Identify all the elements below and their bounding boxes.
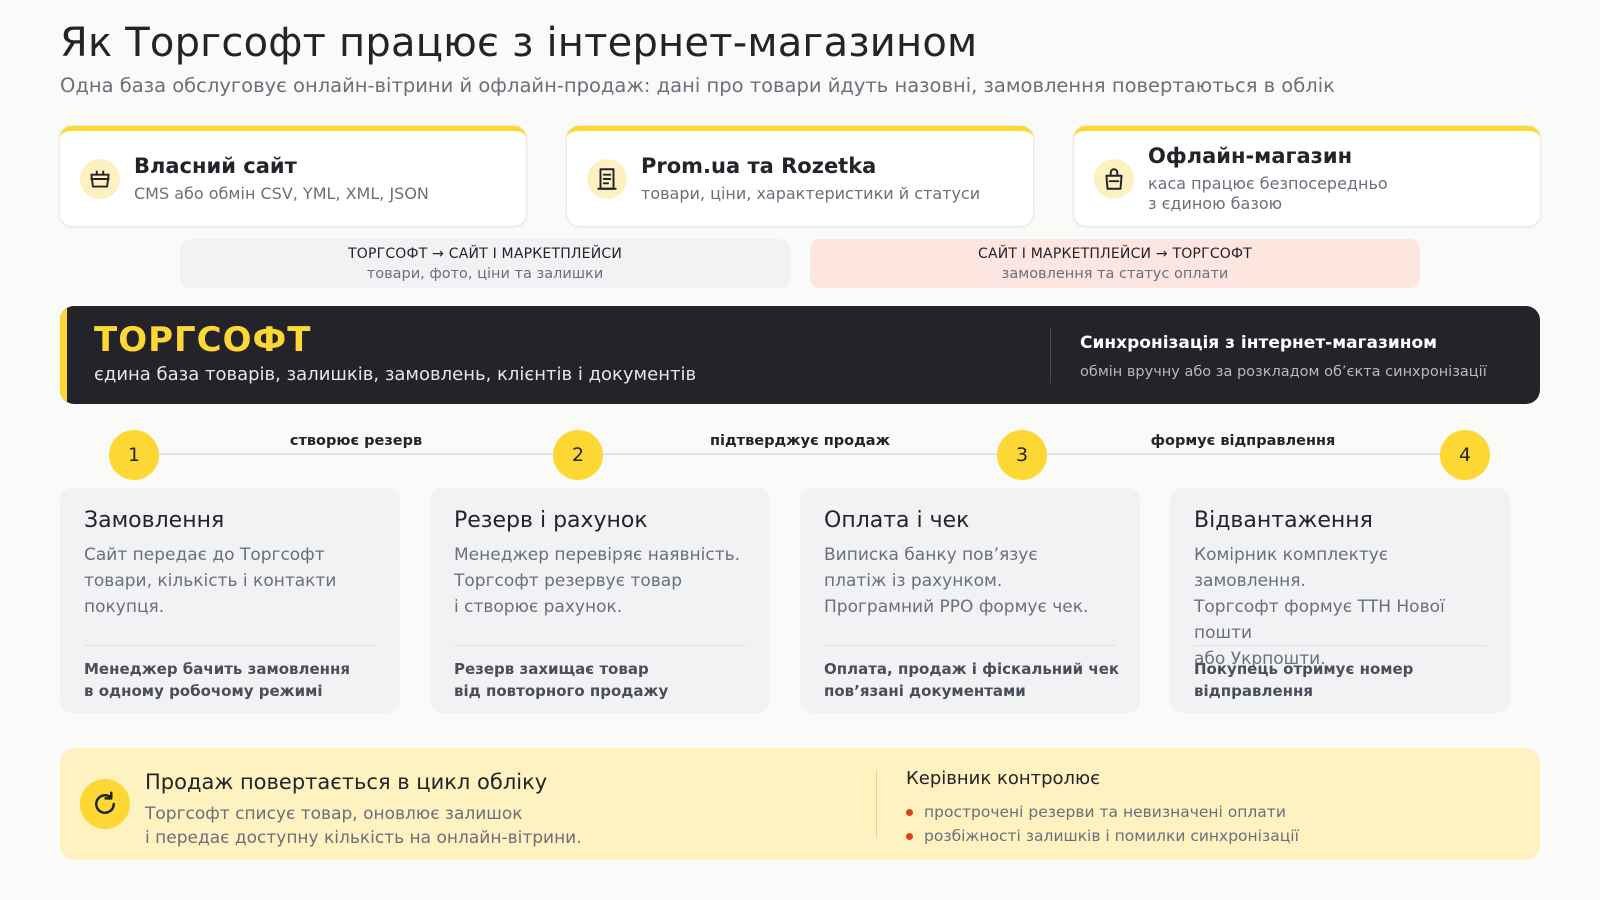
source-name: Prom.ua та Rozetka [641, 153, 877, 178]
refresh-cycle-icon [80, 779, 130, 829]
step-card-reserve: Резерв і рахунок Менеджер перевіряє наяв… [430, 488, 770, 713]
control-item-text: розбіжності залишків і помилки синхроніз… [924, 827, 1299, 845]
step-note-line: пов’язані документами [824, 682, 1026, 700]
step-note-line: Покупець отримує номер [1194, 660, 1414, 678]
step-title: Оплата і чек [824, 508, 970, 533]
control-item: розбіжності залишків і помилки синхроніз… [906, 824, 1299, 848]
step-divider [824, 645, 1116, 646]
timeline-transition-3: формує відправлення [1150, 433, 1336, 449]
timeline-node-3: 3 [997, 430, 1047, 480]
timeline-connector [158, 453, 1490, 455]
summary-divider [876, 770, 877, 838]
flow-inbound: САЙТ І МАРКЕТПЛЕЙСИ → ТОРГСОФТ замовленн… [810, 239, 1420, 288]
step-card-order: Замовлення Сайт передає до Торгсофт това… [60, 488, 400, 713]
control-title: Керівник контролює [906, 768, 1101, 789]
summary-desc-line: і передає доступну кількість на онлайн-в… [145, 828, 582, 848]
step-desc-line: Менеджер перевіряє наявність. [454, 545, 741, 565]
step-divider [84, 645, 376, 646]
step-note-line: в одному робочому режимі [84, 682, 323, 700]
summary-title: Продаж повертається в цикл обліку [145, 770, 548, 794]
step-desc: Сайт передає до Торгсофт товари, кількіс… [84, 542, 384, 620]
control-list: прострочені резерви та невизначені оплат… [906, 800, 1299, 848]
control-item-text: прострочені резерви та невизначені оплат… [924, 803, 1286, 821]
step-note: Резерв захищає товар від повторного прод… [454, 658, 759, 702]
timeline-node-2: 2 [553, 430, 603, 480]
bullet-dot-icon [906, 832, 913, 840]
receipt-icon [587, 158, 627, 199]
shopping-bag-icon [1094, 158, 1134, 199]
shopping-basket-icon [80, 158, 120, 199]
step-card-shipment: Відвантаження Комірник комплектує замовл… [1170, 488, 1510, 713]
step-desc-line: Комірник комплектує замовлення. [1194, 545, 1389, 591]
page-title: Як Торгсофт працює з інтернет-магазином [60, 20, 978, 66]
core-system-band: ТОРГСОФТ єдина база товарів, залишків, з… [60, 306, 1540, 404]
step-desc: Виписка банку пов’язує платіж із рахунко… [824, 542, 1124, 620]
step-title: Замовлення [84, 508, 225, 533]
core-desc: єдина база товарів, залишків, замовлень,… [94, 364, 697, 385]
step-note-line: Менеджер бачить замовлення [84, 660, 351, 678]
source-card-marketplaces: Prom.ua та Rozetka товари, ціни, характе… [567, 126, 1033, 226]
step-note: Менеджер бачить замовлення в одному робо… [84, 658, 389, 702]
flow-outbound: ТОРГСОФТ → САЙТ І МАРКЕТПЛЕЙСИ товари, ф… [180, 239, 790, 288]
source-desc: каса працює безпосередньо з єдиною базою [1148, 174, 1388, 214]
step-desc-line: Програмний РРО формує чек. [824, 597, 1089, 617]
step-note: Оплата, продаж і фіскальний чек пов’язан… [824, 658, 1129, 702]
band-accent [60, 306, 67, 404]
step-note-line: від повторного продажу [454, 682, 669, 700]
timeline-node-4: 4 [1440, 430, 1490, 480]
bullet-dot-icon [906, 808, 913, 816]
timeline-transition-1: створює резерв [289, 433, 423, 449]
step-desc-line: платіж із рахунком. [824, 571, 1003, 591]
summary-desc-line: Торгсофт списує товар, оновлює залишок [145, 804, 523, 824]
step-divider [1194, 645, 1486, 646]
core-name: ТОРГСОФТ [94, 320, 312, 360]
step-note-line: Резерв захищає товар [454, 660, 649, 678]
step-note: Покупець отримує номер відправлення [1194, 658, 1499, 702]
sync-desc: обмін вручну або за розкладом об’єкта си… [1080, 364, 1487, 380]
band-divider [1050, 327, 1051, 383]
control-item: прострочені резерви та невизначені оплат… [906, 800, 1299, 824]
flow-heading: ТОРГСОФТ → САЙТ І МАРКЕТПЛЕЙСИ [347, 245, 623, 262]
flow-heading: САЙТ І МАРКЕТПЛЕЙСИ → ТОРГСОФТ [977, 245, 1253, 262]
sync-title: Синхронізація з інтернет-магазином [1080, 333, 1438, 353]
step-note-line: відправлення [1194, 682, 1313, 700]
timeline-transition-2: підтверджує продаж [709, 433, 890, 449]
source-desc-line: каса працює безпосередньо [1148, 173, 1388, 193]
step-title: Резерв і рахунок [454, 508, 648, 533]
timeline-node-1: 1 [109, 430, 159, 480]
step-desc-line: товари, кількість і контакти [84, 571, 337, 591]
source-card-offline-store: Офлайн-магазин каса працює безпосередньо… [1074, 126, 1540, 226]
source-desc: CMS або обмін CSV, YML, XML, JSON [134, 183, 429, 203]
step-note-line: Оплата, продаж і фіскальний чек [824, 660, 1120, 678]
step-desc-line: Сайт передає до Торгсофт [84, 545, 325, 565]
step-desc-line: і створює рахунок. [454, 597, 623, 617]
step-desc: Комірник комплектує замовлення. Торгсофт… [1194, 542, 1494, 672]
source-name: Власний сайт [134, 153, 297, 178]
step-desc: Менеджер перевіряє наявність. Торгсофт р… [454, 542, 754, 620]
summary-desc: Торгсофт списує товар, оновлює залишок і… [145, 802, 582, 850]
source-card-own-site: Власний сайт CMS або обмін CSV, YML, XML… [60, 126, 526, 226]
source-name: Офлайн-магазин [1148, 143, 1353, 168]
step-desc-line: Торгсофт резервує товар [454, 571, 682, 591]
step-desc-line: покупця. [84, 597, 165, 617]
source-desc-line: з єдиною базою [1148, 193, 1283, 213]
flow-detail: замовлення та статус оплати [1001, 265, 1229, 282]
flow-detail: товари, фото, ціни та залишки [366, 265, 604, 282]
page-subtitle: Одна база обслуговує онлайн-вітрини й оф… [60, 74, 1335, 97]
step-desc-line: Виписка банку пов’язує [824, 545, 1038, 565]
step-desc-line: Торгсофт формує ТТН Нової пошти [1194, 597, 1445, 643]
step-title: Відвантаження [1194, 508, 1373, 533]
step-divider [454, 645, 746, 646]
summary-panel: Продаж повертається в цикл обліку Торгсо… [60, 748, 1540, 860]
source-desc: товари, ціни, характеристики й статуси [641, 183, 981, 203]
step-card-payment: Оплата і чек Виписка банку пов’язує плат… [800, 488, 1140, 713]
